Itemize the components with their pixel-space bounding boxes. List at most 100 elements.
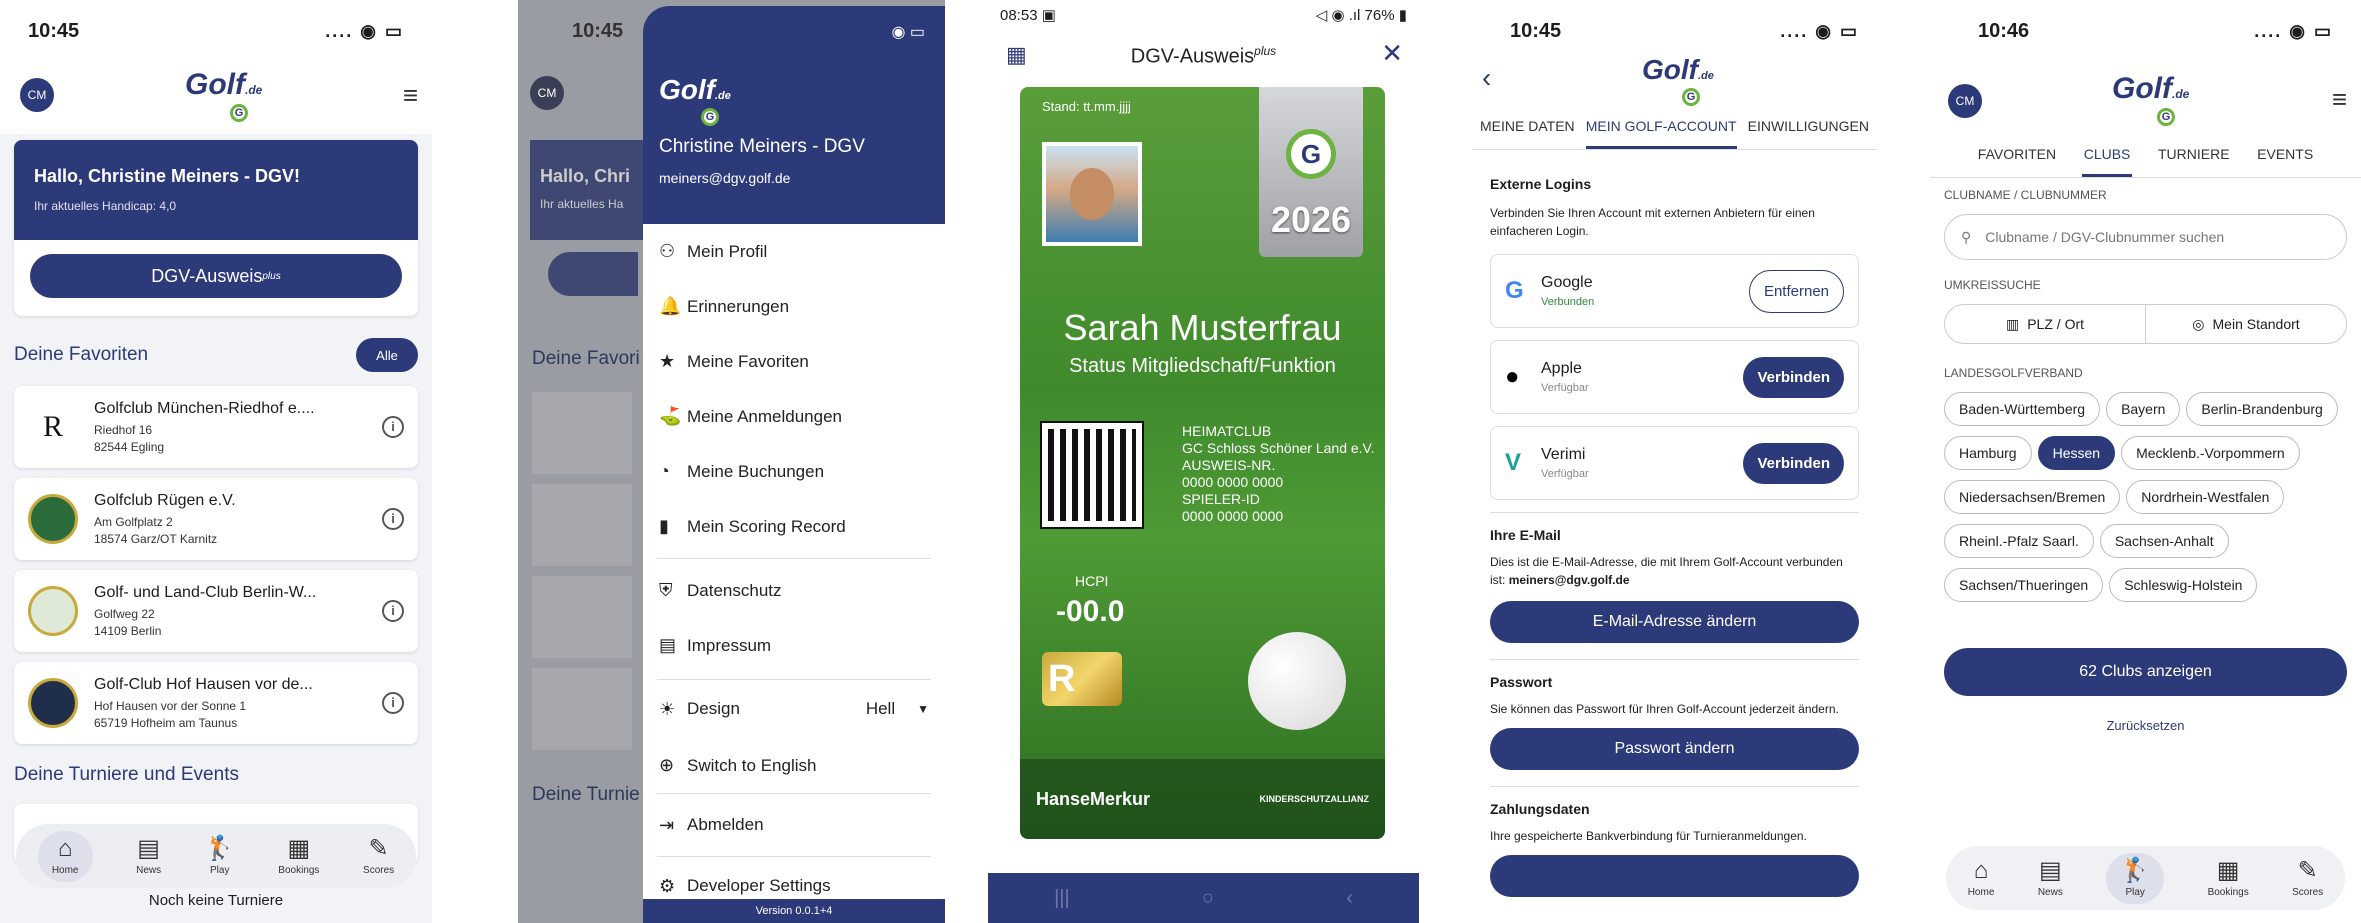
logout-item[interactable]: ⇥ Abmelden <box>643 794 945 856</box>
region-pill[interactable]: Rheinl.-Pfalz Saarl. <box>1944 524 2094 558</box>
region-pill[interactable]: Mecklenb.-Vorpommern <box>2121 436 2300 470</box>
region-pill[interactable]: Hamburg <box>1944 436 2032 470</box>
card-title: DGV-Ausweisplus <box>988 44 1419 69</box>
back-chevron-icon[interactable]: ‹ <box>1482 62 1491 94</box>
tab-label: News <box>2037 886 2063 898</box>
design-selector[interactable]: ☀ Design Hell ▼ <box>643 680 945 738</box>
dimmed-card-4 <box>532 668 632 750</box>
tab-scores[interactable]: ✎ Scores <box>363 836 394 876</box>
screen-id-card: 08:53 ▣ ◁ ◉ .ıl 76% ▮ ▦ DGV-Ausweisplus … <box>988 0 1419 923</box>
provider-action-button[interactable]: Verbinden <box>1743 356 1844 398</box>
hamburger-menu-icon[interactable]: ≡ <box>2332 84 2347 115</box>
club-search-input[interactable]: ⚲ Clubname / DGV-Clubnummer suchen <box>1944 214 2347 260</box>
tab-news[interactable]: ▤ News <box>136 836 161 876</box>
ausweis-button-sup: plus <box>262 270 281 282</box>
region-pill[interactable]: Sachsen/Thueringen <box>1944 568 2104 602</box>
club-name: Golf-Club Hof Hausen vor de... <box>94 676 313 693</box>
favorite-club-card[interactable]: Golf-Club Hof Hausen vor de... Hof Hausen… <box>14 662 418 744</box>
region-pill[interactable]: Berlin-Brandenburg <box>2186 392 2338 426</box>
region-pill[interactable]: Sachsen-Anhalt <box>2099 524 2229 558</box>
tab-home[interactable]: ⌂ Home <box>37 830 93 882</box>
back-icon[interactable]: ‹ <box>1346 887 1353 910</box>
tab-favoriten[interactable]: FAVORITEN <box>1976 134 2058 177</box>
logout-label: Abmelden <box>687 815 764 834</box>
show-clubs-button[interactable]: 62 Clubs anzeigen <box>1944 648 2347 696</box>
info-icon[interactable]: i <box>382 600 404 622</box>
tab-events[interactable]: EVENTS <box>2255 134 2315 177</box>
menu-item-meine-favoriten[interactable]: ★ Meine Favoriten <box>643 334 945 389</box>
menu-item-meine-anmeldungen[interactable]: ⛳ Meine Anmeldungen <box>643 389 945 444</box>
recents-icon[interactable]: ||| <box>1054 887 1070 910</box>
info-icon[interactable]: i <box>382 416 404 438</box>
home-icon[interactable]: ○ <box>1202 887 1214 910</box>
menu-item-erinnerungen[interactable]: 🔔 Erinnerungen <box>643 279 945 334</box>
logout-icon: ⇥ <box>659 814 675 835</box>
menu-item-mein-profil[interactable]: ⚇ Mein Profil <box>643 224 945 279</box>
favorite-club-card[interactable]: R Golfclub München-Riedhof e.... Riedhof 1… <box>14 386 418 468</box>
card-year: 2026 <box>1270 199 1352 240</box>
menu-item-impressum[interactable]: ▤ Impressum <box>643 618 945 673</box>
region-pill[interactable]: Bayern <box>2106 392 2181 426</box>
region-pill[interactable]: Niedersachsen/Bremen <box>1944 480 2121 514</box>
provider-info: Apple Verfügbar <box>1541 360 1743 394</box>
change-email-button[interactable]: E-Mail-Adresse ändern <box>1490 601 1859 643</box>
no-events-text: Noch keine Turniere <box>148 892 284 909</box>
person-gear-icon: ⚇ <box>659 241 676 261</box>
tab-bookings[interactable]: ▦ Bookings <box>278 836 319 876</box>
home-icon: ⌂ <box>57 834 73 862</box>
payment-button[interactable] <box>1490 855 1859 897</box>
menu-item-mein-scoring-record[interactable]: ▮ Mein Scoring Record <box>643 499 945 554</box>
menu-item-label: Erinnerungen <box>687 296 790 316</box>
tab-play[interactable]: 🏌 Play <box>2106 852 2165 904</box>
menu-divider <box>657 558 931 559</box>
avatar[interactable]: CM <box>20 78 54 112</box>
logo-text: Golf <box>185 68 245 101</box>
status-battery: ◁ ◉ .ıl 76% ▮ <box>1315 7 1407 24</box>
provider-action-button[interactable]: Verbinden <box>1743 442 1844 484</box>
favorite-club-card[interactable]: Golf- und Land-Club Berlin-W... Golfweg 2… <box>14 570 418 652</box>
greeting-text: Hallo, Christine Meiners - DGV! <box>34 166 301 186</box>
region-pill[interactable]: Hessen <box>2037 436 2116 470</box>
ausweis-button[interactable]: DGV-Ausweis plus <box>30 254 402 298</box>
tab-home[interactable]: ⌂ Home <box>1968 858 1995 898</box>
favorite-club-card[interactable]: Golfclub Rügen e.V. Am Golfplatz 2 18574 G… <box>14 478 418 560</box>
close-icon[interactable]: ✕ <box>1381 38 1403 69</box>
drawer-header: ◉ ▭ Golf.de G Christine Meiners - DGV mei… <box>643 6 945 224</box>
tab-clubs[interactable]: CLUBS <box>2081 134 2133 177</box>
tab-bookings[interactable]: ▦ Bookings <box>2208 858 2249 898</box>
provider-name: Apple <box>1541 360 1582 377</box>
logo-g-icon: G <box>230 104 248 122</box>
info-icon[interactable]: i <box>382 508 404 530</box>
tab-play[interactable]: 🏌 Play <box>205 836 235 876</box>
club-address-line-2: 14109 Berlin <box>94 624 162 638</box>
provider-action-button[interactable]: Entfernen <box>1748 269 1844 313</box>
tab-meine-daten[interactable]: MEINE DATEN <box>1480 106 1575 149</box>
change-password-button[interactable]: Passwort ändern <box>1490 728 1859 770</box>
handicap-text: Ihr aktuelles Handicap: 4,0 <box>34 199 177 213</box>
menu-item-datenschutz[interactable]: ⛨ Datenschutz <box>643 563 945 618</box>
tab-news[interactable]: ▤ News <box>2037 858 2063 898</box>
hamburger-menu-icon[interactable]: ≡ <box>403 80 418 111</box>
tab-mein-golf-account[interactable]: MEIN GOLF-ACCOUNT <box>1585 106 1737 149</box>
region-pill[interactable]: Schleswig-Holstein <box>2109 568 2258 602</box>
region-pills: Baden-Württemberg Bayern Berlin-Brandenbur… <box>1944 392 2347 612</box>
reset-link[interactable]: Zurücksetzen <box>1944 718 2347 733</box>
app-header: CM Golf.de G ≡ <box>0 62 432 134</box>
info-icon[interactable]: i <box>382 692 404 714</box>
dimmed-greeting-card: Hallo, Chri Ihr aktuelles Ha <box>530 140 650 240</box>
plz-button[interactable]: ▥ PLZ / Ort <box>1945 305 2146 343</box>
tab-turniere[interactable]: TURNIERE <box>2156 134 2232 177</box>
tab-label: Play <box>209 864 230 876</box>
region-pill[interactable]: Nordrhein-Westfalen <box>2126 480 2285 514</box>
player-id-value: 0000 0000 0000 <box>1182 508 1284 524</box>
region-pill[interactable]: Baden-Württemberg <box>1944 392 2101 426</box>
favorites-all-button[interactable]: Alle <box>356 338 418 372</box>
provider-status: Verbunden <box>1541 296 1595 308</box>
switch-language-item[interactable]: ⊕ Switch to English <box>643 738 945 793</box>
tab-scores[interactable]: ✎ Scores <box>2292 858 2323 898</box>
developer-settings-label: Developer Settings <box>687 876 831 895</box>
avatar[interactable]: CM <box>1948 84 1982 118</box>
menu-item-meine-buchungen[interactable]: ◔ Meine Buchungen <box>643 444 945 499</box>
tab-einwilligungen[interactable]: EINWILLIGUNGEN <box>1748 106 1869 149</box>
my-location-button[interactable]: ◎ Mein Standort <box>2146 305 2346 343</box>
